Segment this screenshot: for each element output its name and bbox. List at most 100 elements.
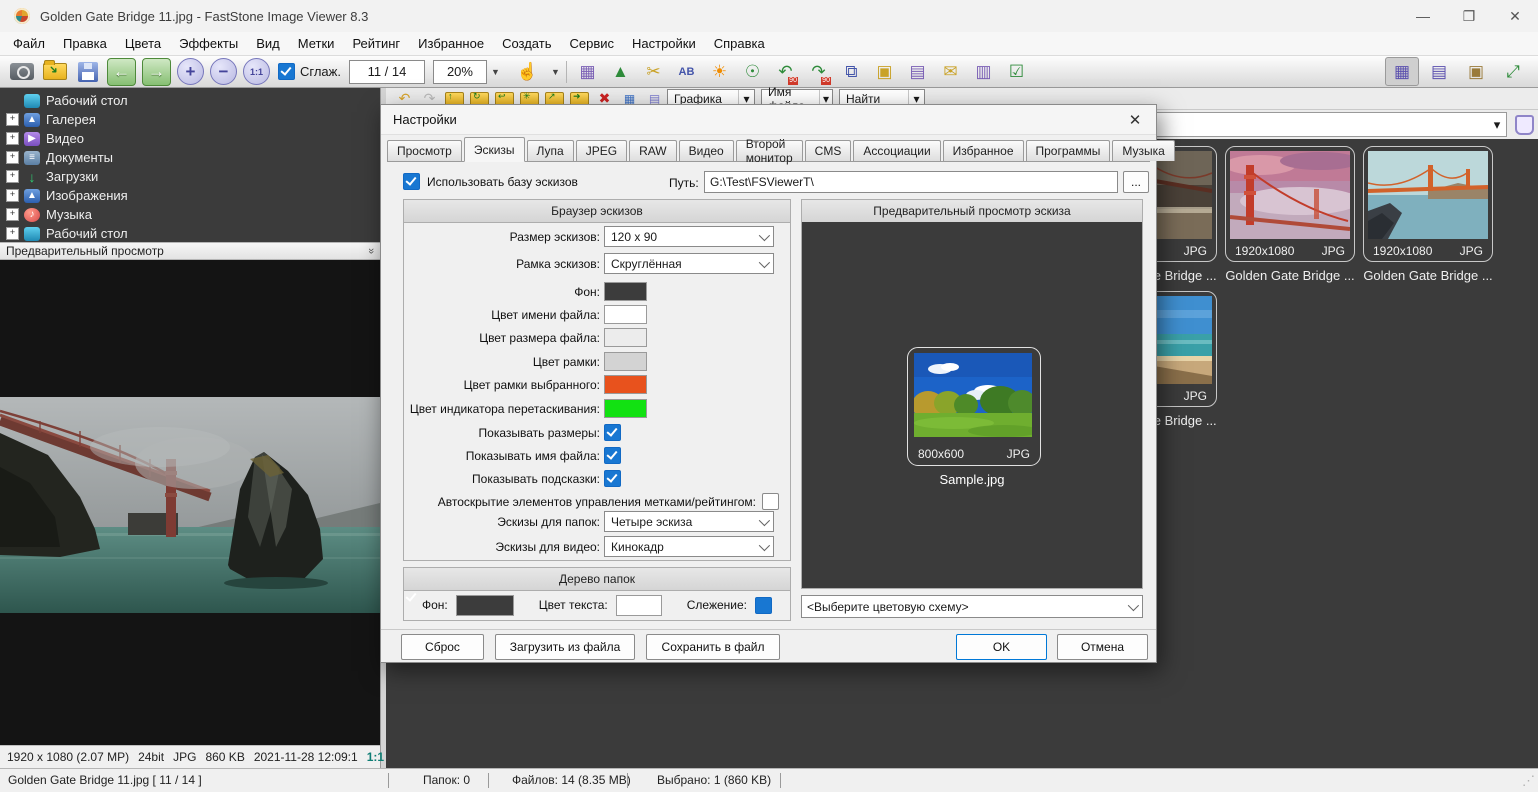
zoom-in-button[interactable]: + (177, 58, 204, 85)
tree-item-pictures[interactable]: + ▲ Изображения (0, 186, 380, 205)
tab-jpeg[interactable]: JPEG (576, 140, 627, 161)
expand-plus-icon[interactable]: + (6, 132, 19, 145)
thumbnail-filename[interactable]: Golden Gate Bridge ... (1358, 268, 1498, 283)
dropdown-arrow-icon[interactable]: ▾ (1488, 117, 1506, 133)
background-color-swatch[interactable] (604, 282, 647, 301)
show-tooltips-checkbox[interactable] (604, 470, 621, 487)
resize-button[interactable]: ▲ (607, 59, 634, 85)
hand-tool-button[interactable]: ☝ (514, 59, 541, 85)
tree-follow-checkbox[interactable] (755, 597, 772, 614)
dialog-close-button[interactable]: ✕ (1114, 105, 1156, 135)
collapse-chevron-icon[interactable]: » (365, 248, 377, 254)
show-filename-checkbox[interactable] (604, 447, 621, 464)
tree-item-video[interactable]: + ▶ Видео (0, 129, 380, 148)
thumb-size-select[interactable]: 120 x 90 (604, 226, 774, 247)
close-button[interactable]: ✕ (1492, 0, 1538, 32)
menu-edit[interactable]: Правка (54, 32, 116, 56)
tab-thumbnails[interactable]: Эскизы (464, 137, 525, 162)
selected-frame-color-swatch[interactable] (604, 375, 647, 394)
tab-magnifier[interactable]: Лупа (527, 140, 574, 161)
actual-size-button[interactable]: 1:1 (243, 58, 270, 85)
menu-view[interactable]: Вид (247, 32, 289, 56)
tab-favorites[interactable]: Избранное (943, 140, 1024, 161)
rotate-left-button[interactable]: ↶90 (772, 59, 799, 85)
menu-create[interactable]: Создать (493, 32, 560, 56)
save-to-file-button[interactable]: Сохранить в файл (646, 634, 780, 660)
page-indicator[interactable]: 11 / 14 (349, 60, 425, 84)
filename-color-swatch[interactable] (604, 305, 647, 324)
expand-plus-icon[interactable]: + (6, 208, 19, 221)
expand-plus-icon[interactable]: + (6, 227, 19, 240)
view-fullscreen-button[interactable]: ⤢ (1496, 57, 1530, 86)
email-button[interactable]: ✉ (937, 59, 964, 85)
ratio-indicator[interactable]: 1:1 (367, 750, 384, 764)
thumbnail-card[interactable]: 1920x1080JPG (1363, 146, 1493, 262)
previous-image-button[interactable]: ← (107, 58, 136, 86)
minimize-button[interactable]: — (1400, 0, 1446, 32)
resize-grip[interactable]: ⋰ (1522, 773, 1535, 789)
use-db-checkbox[interactable] (403, 173, 420, 190)
thumbnail-card[interactable]: 1920x1080JPG (1225, 146, 1355, 262)
compare-images-button[interactable]: ⧉ (838, 59, 865, 85)
tab-music[interactable]: Музыка (1112, 140, 1174, 161)
menu-rating[interactable]: Рейтинг (343, 32, 409, 56)
tab-cms[interactable]: CMS (805, 140, 852, 161)
folder-thumbs-select[interactable]: Четыре эскиза (604, 511, 774, 532)
expand-plus-icon[interactable]: + (6, 170, 19, 183)
tab-view[interactable]: Просмотр (387, 140, 462, 161)
preview-panel-header[interactable]: Предварительный просмотр » (0, 242, 380, 260)
maximize-button[interactable]: ❐ (1446, 0, 1492, 32)
print-button[interactable]: ▥ (970, 59, 997, 85)
view-fullwindow-button[interactable]: ▣ (1459, 57, 1493, 86)
tree-item-desktop-root[interactable]: Рабочий стол (0, 91, 380, 110)
thumbnail-filename[interactable]: Golden Gate Bridge ... (1220, 268, 1360, 283)
slideshow-button[interactable]: ▦ (574, 59, 601, 85)
frame-color-swatch[interactable] (604, 352, 647, 371)
tree-item-music[interactable]: + ♪ Музыка (0, 205, 380, 224)
thumbnail-db-path-input[interactable]: G:\Test\FSViewerT\ (704, 171, 1118, 193)
menu-tags[interactable]: Метки (289, 32, 344, 56)
acquire-camera-button[interactable] (8, 59, 35, 85)
menu-help[interactable]: Справка (705, 32, 774, 56)
tab-raw[interactable]: RAW (629, 140, 677, 161)
view-thumbnails-button[interactable]: ▦ (1385, 57, 1419, 86)
screen-capture-button[interactable]: ▣ (871, 59, 898, 85)
scan-button[interactable]: ▤ (904, 59, 931, 85)
drag-indicator-color-swatch[interactable] (604, 399, 647, 418)
menu-tools[interactable]: Сервис (560, 32, 623, 56)
expand-plus-icon[interactable]: + (6, 189, 19, 202)
crop-button[interactable]: ✂ (640, 59, 667, 85)
menu-settings[interactable]: Настройки (623, 32, 705, 56)
ok-button[interactable]: OK (956, 634, 1047, 660)
thumb-frame-select[interactable]: Скруглённая (604, 253, 774, 274)
show-sizes-checkbox[interactable] (604, 424, 621, 441)
tree-text-color-swatch[interactable] (616, 595, 662, 616)
menu-colors[interactable]: Цвета (116, 32, 170, 56)
menu-effects[interactable]: Эффекты (170, 32, 247, 56)
batch-convert-button[interactable]: ☑ (1003, 59, 1030, 85)
tab-dual-monitor[interactable]: Второй монитор (736, 140, 803, 161)
next-image-button[interactable]: → (142, 58, 171, 86)
menu-file[interactable]: Файл (4, 32, 54, 56)
menu-favorites[interactable]: Избранное (409, 32, 493, 56)
cancel-button[interactable]: Отмена (1057, 634, 1148, 660)
preview-panel[interactable] (0, 260, 380, 745)
rename-button[interactable]: AB (673, 59, 700, 85)
tab-video[interactable]: Видео (679, 140, 734, 161)
reset-button[interactable]: Сброс (401, 634, 484, 660)
tree-item-documents[interactable]: + ≡ Документы (0, 148, 380, 167)
tree-bg-color-swatch[interactable] (456, 595, 514, 616)
save-button[interactable] (74, 59, 101, 85)
zoom-out-button[interactable]: − (210, 58, 237, 85)
tab-associations[interactable]: Ассоциации (853, 140, 940, 161)
tree-item-gallery[interactable]: + ▲ Галерея (0, 110, 380, 129)
video-thumbs-select[interactable]: Кинокадр (604, 536, 774, 557)
hand-dropdown-arrow-icon[interactable]: ▼ (547, 60, 564, 84)
adjust-lighting-button[interactable]: ☀ (706, 59, 733, 85)
zoom-combo[interactable]: 20% ▼ (433, 60, 504, 84)
tree-item-downloads[interactable]: + ↓ Загрузки (0, 167, 380, 186)
expand-plus-icon[interactable]: + (6, 151, 19, 164)
zoom-dropdown-arrow-icon[interactable]: ▼ (487, 60, 504, 84)
tree-item-desktop[interactable]: + Рабочий стол (0, 224, 380, 243)
recycle-bin-icon[interactable] (1515, 115, 1534, 135)
